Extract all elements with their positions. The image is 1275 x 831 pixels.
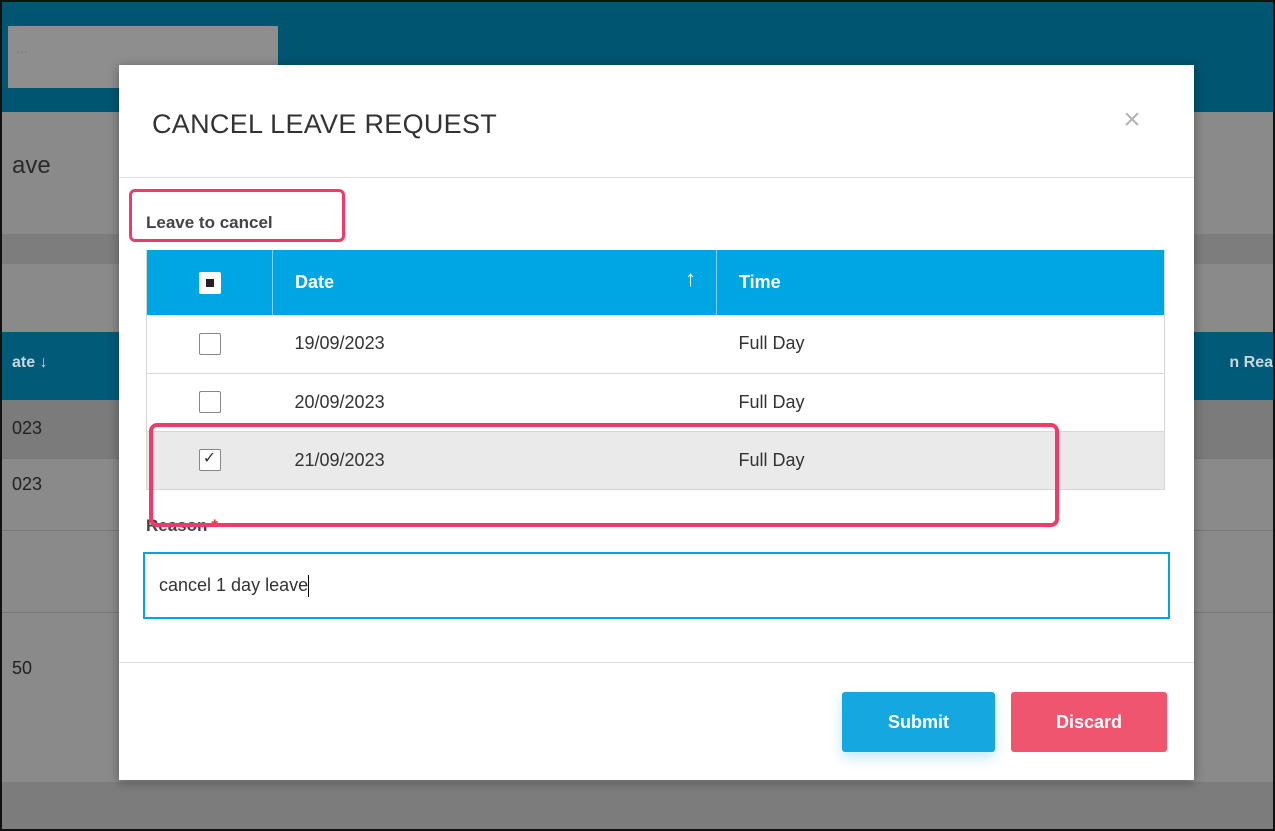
table-row[interactable]: 19/09/2023 Full Day [146,315,1165,374]
sort-ascending-icon[interactable]: ↑ [685,266,696,292]
select-all-header [146,250,273,315]
row-checkbox[interactable] [198,332,221,355]
reason-input-value: cancel 1 day leave [143,552,310,619]
background-search-placeholder: ... [16,40,28,56]
row-checkbox-cell [146,315,273,374]
dialog-header: CANCEL LEAVE REQUEST × [119,65,1194,178]
background-column-reason: n Rea [1229,354,1273,371]
row-checkbox-cell [146,373,273,432]
background-cell: 023 [12,474,43,494]
cancel-leave-dialog: CANCEL LEAVE REQUEST × Leave to cancel D… [119,65,1194,780]
background-page-title: ave [12,152,51,179]
background-cell: 023 [12,418,43,438]
required-marker: * [211,516,219,535]
close-icon[interactable]: × [1117,105,1147,135]
table-row[interactable]: 20/09/2023 Full Day [146,373,1165,432]
leave-dates-table: Date ↑ Time 19/09/2023 Full Day 20/09/20… [146,250,1165,490]
date-cell: 19/09/2023 [272,315,717,374]
checkmark-icon: ✓ [202,450,217,468]
date-column-label: Date [295,272,335,292]
reason-label-text: Reason [146,516,208,535]
date-cell: 20/09/2023 [272,373,717,432]
select-all-checkbox[interactable] [198,271,221,294]
discard-button[interactable]: Discard [1011,692,1167,752]
row-checkbox-cell: ✓ [146,431,273,490]
time-cell: Full Day [716,431,1165,490]
time-column-header[interactable]: Time [716,250,1165,315]
indeterminate-icon [205,278,214,287]
background-number: 50 [12,658,33,678]
background-footer-band [2,782,1273,829]
dialog-title: CANCEL LEAVE REQUEST [152,109,498,139]
reason-value-text: cancel 1 day leave [159,575,309,595]
dialog-footer-divider [119,662,1194,663]
date-column-header[interactable]: Date ↑ [272,250,717,315]
submit-button[interactable]: Submit [842,692,995,752]
time-column-label: Time [739,272,781,292]
row-checkbox-checked[interactable]: ✓ [198,449,221,472]
row-checkbox[interactable] [198,391,221,414]
date-cell: 21/09/2023 [272,431,717,490]
text-caret [308,575,310,598]
time-cell: Full Day [716,315,1165,374]
table-row-selected[interactable]: ✓ 21/09/2023 Full Day [146,431,1165,490]
screenshot-frame: ... ave ate ↓ n Rea 023 023 50 CANCEL LE… [0,0,1275,831]
time-cell: Full Day [716,373,1165,432]
table-header-row: Date ↑ Time [146,250,1165,315]
reason-label: Reason * [146,516,218,536]
label-highlight-box [129,189,345,242]
background-column-date: ate ↓ [12,354,48,371]
